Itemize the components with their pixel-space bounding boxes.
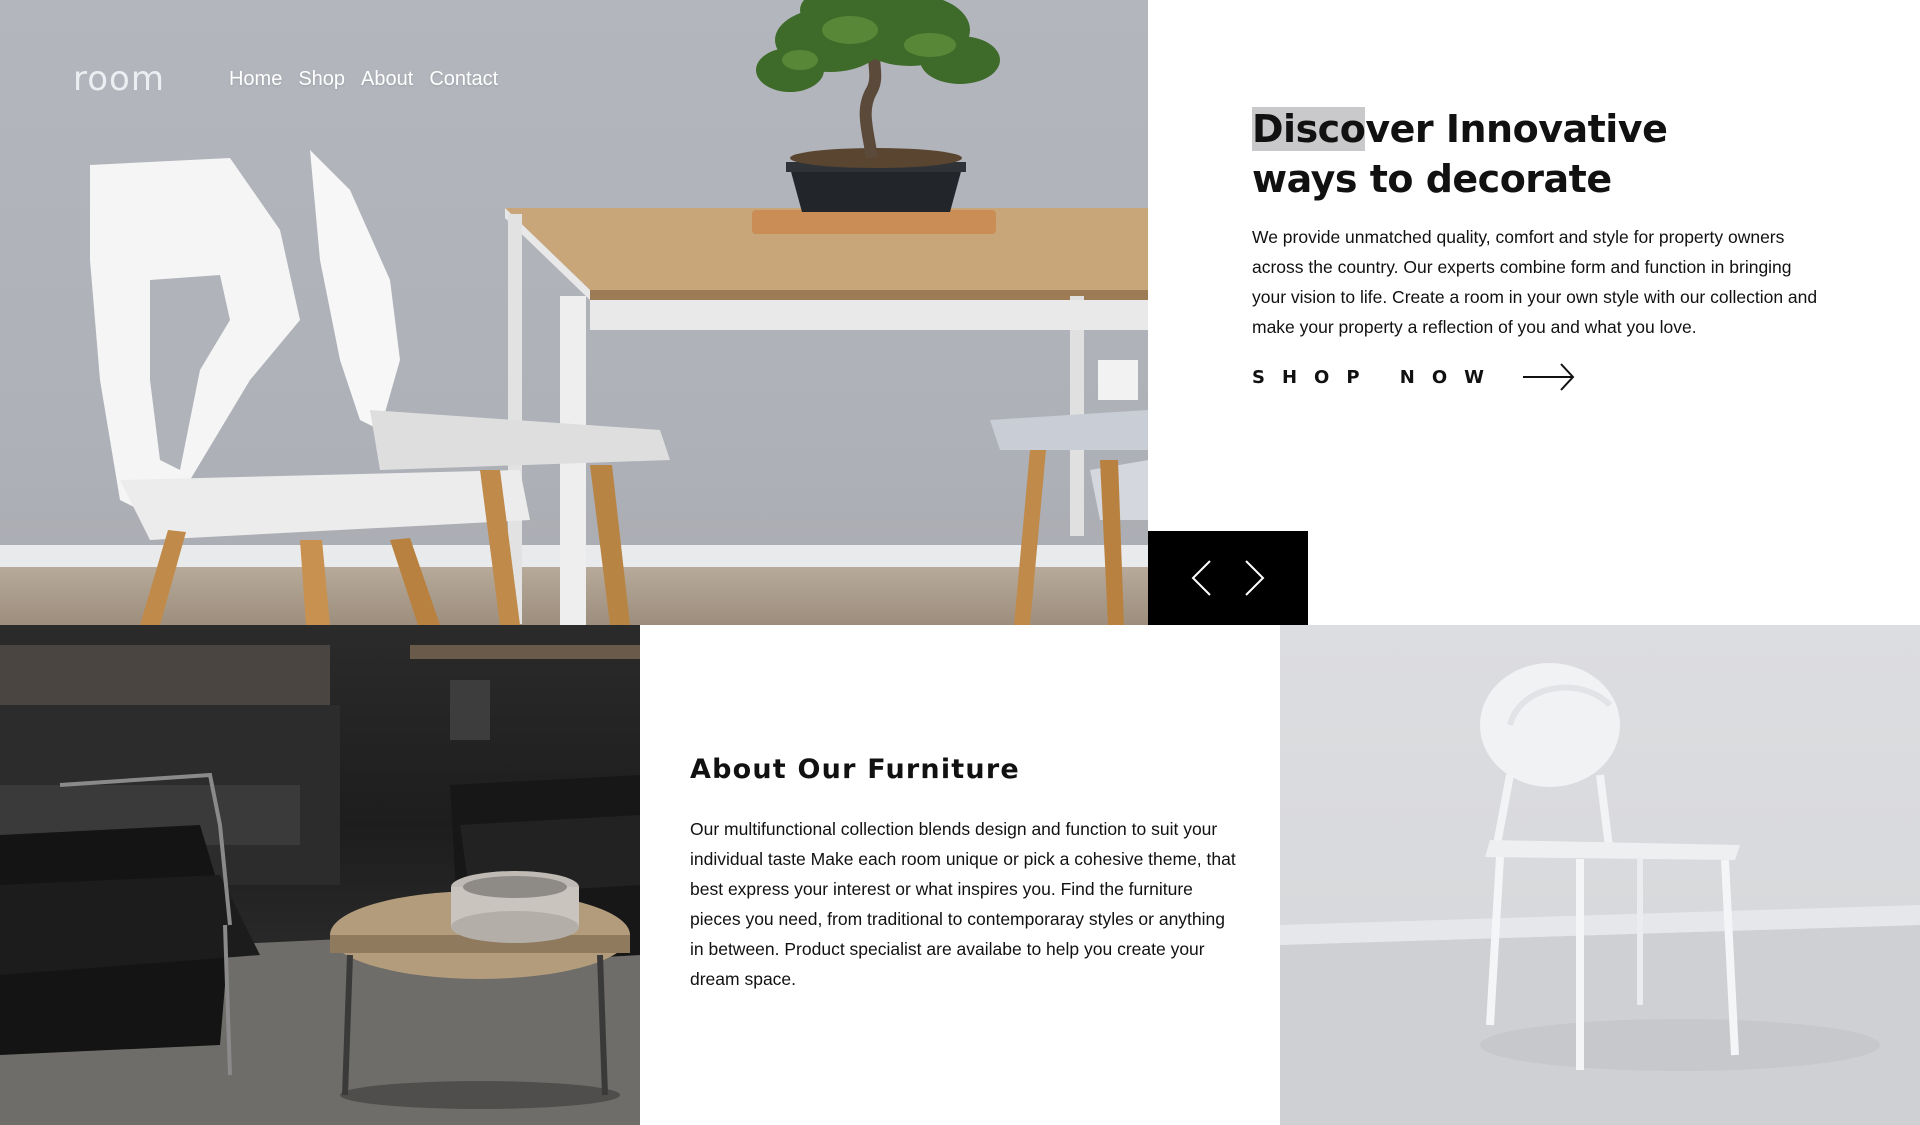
chevron-right-icon (1245, 560, 1265, 596)
slider-next-button[interactable] (1242, 558, 1268, 598)
about-section: About Our Furniture Our multifunctional … (690, 750, 1240, 994)
dark-room-illustration (0, 645, 640, 1125)
hero-title-highlight: Disco (1252, 107, 1366, 151)
shop-now-label: SHOP NOW (1252, 366, 1502, 388)
nav-links: Home Shop About Contact (229, 62, 498, 96)
white-chair-illustration (1280, 663, 1920, 1125)
about-description: Our multifunctional collection blends de… (690, 819, 1236, 989)
about-image-left (0, 625, 640, 1125)
nav-link-about[interactable]: About (361, 62, 413, 96)
about-title: About Our Furniture (690, 754, 1020, 785)
nav-link-home[interactable]: Home (229, 62, 282, 96)
brand-logo[interactable]: room (73, 62, 165, 96)
hero-text: Discover Innovative ways to decorate We … (1252, 104, 1822, 392)
hero-image: room Home Shop About Contact (0, 0, 1148, 625)
chevron-left-icon (1191, 560, 1211, 596)
slider-controls (1148, 531, 1308, 625)
nav-link-contact[interactable]: Contact (429, 62, 498, 96)
slider-prev-button[interactable] (1188, 558, 1214, 598)
nav-link-shop[interactable]: Shop (298, 62, 345, 96)
hero-title: Discover Innovative ways to decorate (1252, 104, 1822, 204)
main-nav: room Home Shop About Contact (73, 62, 498, 96)
hero-title-line2: ways to decorate (1252, 157, 1612, 201)
shop-now-button[interactable]: SHOP NOW (1252, 362, 1822, 392)
arrow-right-icon (1523, 363, 1575, 391)
about-image-right (1280, 625, 1920, 1125)
hero-description: We provide unmatched quality, comfort an… (1252, 227, 1818, 337)
hero-title-line1-rest: ver Innovative (1365, 107, 1668, 151)
